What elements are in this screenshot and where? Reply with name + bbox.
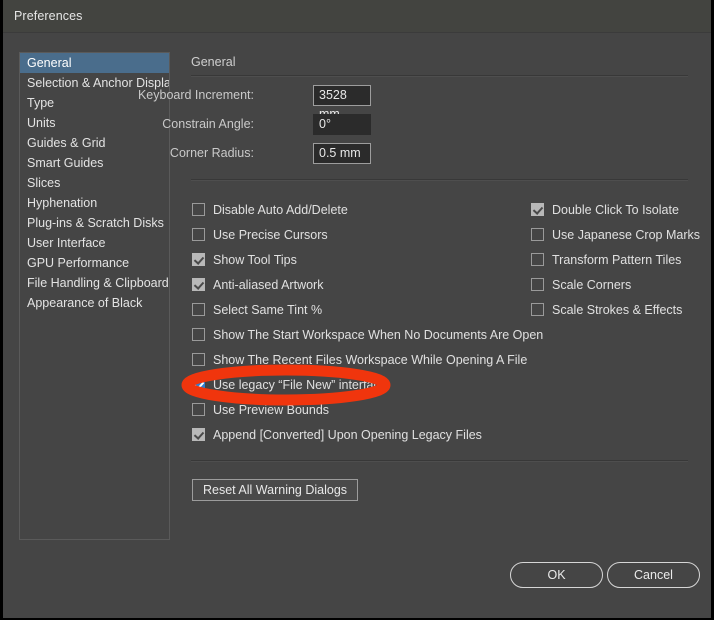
checkbox-icon[interactable]: [192, 353, 205, 366]
checkbox-label: Show The Start Workspace When No Documen…: [213, 327, 544, 342]
dialog-title: Preferences: [14, 9, 83, 23]
checkbox-icon[interactable]: [531, 203, 544, 216]
checkbox-row[interactable]: Scale Strokes & Effects: [531, 300, 682, 319]
checkbox-icon[interactable]: [192, 428, 205, 441]
checkbox-icon[interactable]: [192, 228, 205, 241]
category-list[interactable]: General Selection & Anchor Display Type Uni…: [19, 52, 170, 540]
checkbox-row[interactable]: Use Precise Cursors: [192, 225, 328, 244]
checkbox-icon[interactable]: [192, 303, 205, 316]
checkbox-label: Select Same Tint %: [213, 302, 323, 317]
checkbox-row[interactable]: Double Click To Isolate: [531, 200, 679, 219]
field-label: Constrain Angle:: [162, 117, 254, 131]
sidebar-item-hyphenation[interactable]: Hyphenation: [20, 193, 169, 213]
sidebar-item-units[interactable]: Units: [20, 113, 169, 133]
checkbox-icon[interactable]: [192, 378, 205, 391]
sidebar-item-plug-ins-scratch-disks[interactable]: Plug-ins & Scratch Disks: [20, 213, 169, 233]
checkbox-icon[interactable]: [531, 228, 544, 241]
field-row: Constrain Angle: 0°: [162, 114, 388, 136]
checkbox-row[interactable]: Disable Auto Add/Delete: [192, 200, 348, 219]
dialog-titlebar: Preferences: [3, 0, 711, 33]
checkbox-label: Use legacy “File New” interface: [213, 377, 387, 392]
checkbox-icon[interactable]: [531, 278, 544, 291]
divider-middle: [191, 179, 688, 181]
sidebar-item-user-interface[interactable]: User Interface: [20, 233, 169, 253]
checkbox-row[interactable]: Transform Pattern Tiles: [531, 250, 681, 269]
field-row: Corner Radius: 0.5 mm: [170, 143, 388, 165]
field-input[interactable]: 0.5 mm: [313, 143, 371, 164]
checkbox-row[interactable]: Select Same Tint %: [192, 300, 322, 319]
sidebar-item-appearance-of-black[interactable]: Appearance of Black: [20, 293, 169, 313]
checkbox-label: Scale Strokes & Effects: [552, 302, 683, 317]
sidebar-item-guides-grid[interactable]: Guides & Grid: [20, 133, 169, 153]
preferences-dialog: Preferences General Selection & Anchor Di…: [0, 0, 714, 620]
sidebar-item-file-handling-clipboard[interactable]: File Handling & Clipboard: [20, 273, 169, 293]
checkbox-row[interactable]: Append [Converted] Upon Opening Legacy F…: [192, 425, 482, 444]
ok-button[interactable]: OK: [510, 562, 603, 588]
checkbox-label: Transform Pattern Tiles: [552, 252, 682, 267]
cancel-button[interactable]: Cancel: [607, 562, 700, 588]
checkbox-label: Anti-aliased Artwork: [213, 277, 324, 292]
checkbox-label: Double Click To Isolate: [552, 202, 679, 217]
panel-heading: General: [191, 55, 236, 69]
checkbox-row[interactable]: Use legacy “File New” interface: [192, 375, 387, 394]
checkbox-icon[interactable]: [192, 328, 205, 341]
reset-all-warning-dialogs-button[interactable]: Reset All Warning Dialogs: [192, 479, 359, 501]
sidebar-item-gpu-performance[interactable]: GPU Performance: [20, 253, 169, 273]
checkbox-label: Use Preview Bounds: [213, 402, 330, 417]
checkbox-icon[interactable]: [192, 203, 205, 216]
sidebar-item-smart-guides[interactable]: Smart Guides: [20, 153, 169, 173]
checkbox-label: Show Tool Tips: [213, 252, 297, 267]
field-label: Corner Radius:: [169, 146, 254, 160]
checkbox-row[interactable]: Show The Start Workspace When No Documen…: [192, 325, 543, 344]
checkbox-row[interactable]: Anti-aliased Artwork: [192, 275, 323, 294]
field-input[interactable]: 0°: [313, 114, 371, 135]
divider-bottom: [191, 460, 688, 462]
checkbox-icon[interactable]: [531, 253, 544, 266]
field-input[interactable]: 3528 mm: [313, 85, 371, 121]
checkbox-label: Append [Converted] Upon Opening Legacy F…: [213, 427, 482, 442]
checkbox-icon[interactable]: [192, 278, 205, 291]
checkbox-label: Disable Auto Add/Delete: [213, 202, 348, 217]
field-label: Keyboard Increment:: [137, 88, 254, 102]
checkbox-label: Use Japanese Crop Marks: [552, 227, 700, 242]
checkbox-row[interactable]: Use Japanese Crop Marks: [531, 225, 700, 244]
sidebar-item-general[interactable]: General: [20, 53, 169, 73]
general-settings-panel: General Keyboard Increment:3528 mmConstr…: [138, 52, 700, 542]
checkbox-row[interactable]: Show Tool Tips: [192, 250, 297, 269]
checkbox-label: Show The Recent Files Workspace While Op…: [213, 352, 528, 367]
divider-top: [191, 75, 688, 77]
checkbox-icon[interactable]: [531, 303, 544, 316]
checkbox-row[interactable]: Use Preview Bounds: [192, 400, 329, 419]
checkbox-icon[interactable]: [192, 403, 205, 416]
checkbox-row[interactable]: Scale Corners: [531, 275, 631, 294]
checkbox-label: Scale Corners: [552, 277, 632, 292]
field-row: Keyboard Increment: 3528 mm: [138, 85, 388, 121]
checkbox-icon[interactable]: [192, 253, 205, 266]
sidebar-item-slices[interactable]: Slices: [20, 173, 169, 193]
checkbox-row[interactable]: Show The Recent Files Workspace While Op…: [192, 350, 527, 369]
checkbox-label: Use Precise Cursors: [213, 227, 328, 242]
